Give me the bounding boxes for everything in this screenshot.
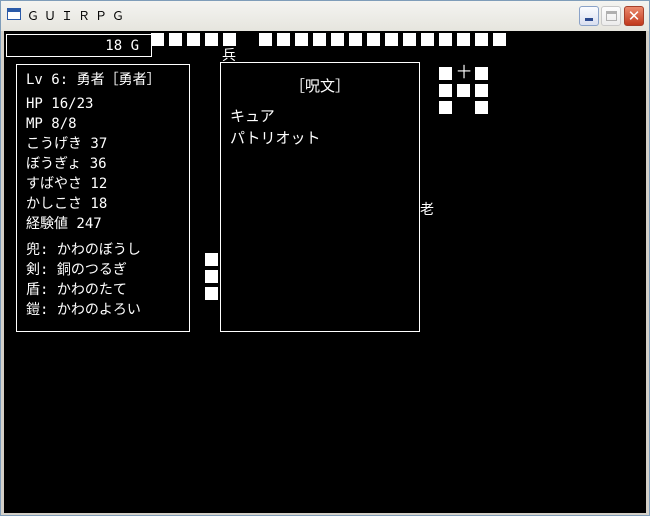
- armor-equipment: 鎧: かわのよろい: [26, 302, 141, 318]
- wall-tile: [169, 33, 182, 46]
- wall-tile: [403, 33, 416, 46]
- wall-tile: [475, 33, 488, 46]
- spell-menu-title: ［呪文］: [289, 77, 350, 95]
- wall-tile: [313, 33, 326, 46]
- close-icon: ✕: [627, 7, 641, 25]
- wall-tile: [205, 33, 218, 46]
- spell-item-patriot[interactable]: パトリオット: [230, 129, 320, 147]
- attack-stat: こうげき 37: [26, 136, 108, 152]
- wall-tile: [367, 33, 380, 46]
- wall-tile: [223, 33, 236, 46]
- wall-tile: [277, 33, 290, 46]
- game-window: ＧＵＩＲＰＧ ✕ 18 G 兵 十 老 Lv 6: 勇者［勇者］ HP 16/2…: [0, 0, 650, 516]
- defense-stat: ぼうぎょ 36: [26, 156, 107, 172]
- minimize-button[interactable]: [579, 6, 599, 26]
- level-class-label: Lv 6: 勇者［勇者］: [26, 72, 161, 88]
- spell-item-cure[interactable]: キュア: [230, 107, 275, 125]
- wall-tile: [205, 253, 218, 266]
- wall-tile: [439, 84, 452, 97]
- sword-equipment: 剣: 銅のつるぎ: [26, 262, 127, 278]
- wall-tile: [475, 67, 488, 80]
- wall-tile: [439, 67, 452, 80]
- hp-stat: HP 16/23: [26, 96, 94, 112]
- window-title: ＧＵＩＲＰＧ: [27, 9, 130, 23]
- cross-marker: 十: [457, 65, 471, 81]
- wall-tile: [457, 33, 470, 46]
- spell-menu: ［呪文］ キュア パトリオット: [220, 62, 420, 332]
- wall-tile: [385, 33, 398, 46]
- wall-tile: [439, 33, 452, 46]
- wall-tile: [331, 33, 344, 46]
- wall-tile: [259, 33, 272, 46]
- wall-tile: [457, 84, 470, 97]
- wall-tile: [475, 84, 488, 97]
- wisdom-stat: かしこさ 18: [26, 196, 108, 212]
- status-panel: Lv 6: 勇者［勇者］ HP 16/23 MP 8/8 こうげき 37 ぼうぎ…: [16, 64, 190, 332]
- title-bar[interactable]: ＧＵＩＲＰＧ ✕: [1, 1, 649, 31]
- wall-tile: [421, 33, 434, 46]
- mp-stat: MP 8/8: [26, 116, 77, 132]
- wall-tile: [493, 33, 506, 46]
- wall-tile: [295, 33, 308, 46]
- agility-stat: すばやさ 12: [26, 176, 108, 192]
- wall-tile: [439, 101, 452, 114]
- maximize-icon: [606, 11, 617, 21]
- gold-window: 18 G: [6, 34, 152, 57]
- gold-amount: 18 G: [105, 38, 139, 54]
- wall-tile: [205, 270, 218, 283]
- old-man-npc[interactable]: 老: [420, 202, 434, 218]
- wall-tile: [151, 33, 164, 46]
- helmet-equipment: 兜: かわのぼうし: [26, 242, 141, 258]
- wall-tile: [187, 33, 200, 46]
- wall-tile: [475, 101, 488, 114]
- close-button[interactable]: ✕: [624, 6, 644, 26]
- app-window-icon: [7, 8, 21, 20]
- wall-tile: [205, 287, 218, 300]
- experience-stat: 経験値 247: [26, 216, 102, 232]
- minimize-icon: [585, 18, 593, 21]
- game-screen: 18 G 兵 十 老 Lv 6: 勇者［勇者］ HP 16/23 MP 8/8 …: [4, 31, 646, 513]
- maximize-button[interactable]: [601, 6, 621, 26]
- shield-equipment: 盾: かわのたて: [26, 282, 127, 298]
- wall-tile: [349, 33, 362, 46]
